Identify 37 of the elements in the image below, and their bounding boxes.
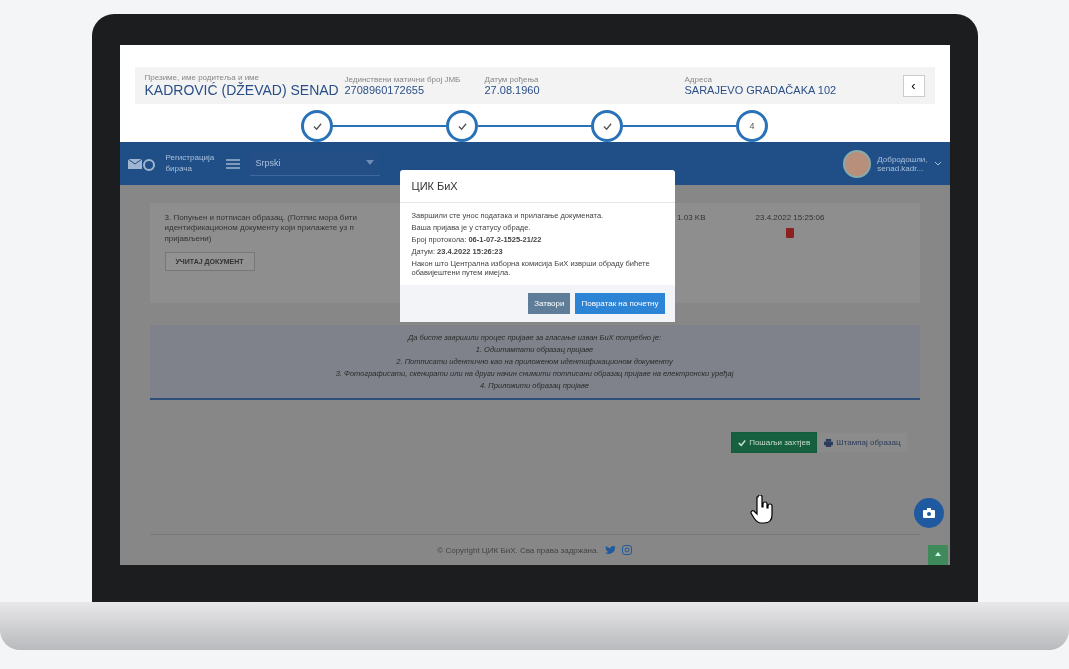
printer-icon: [824, 438, 834, 447]
bird-icon[interactable]: [604, 545, 616, 555]
field-label: Датум рођења: [484, 75, 540, 84]
print-button[interactable]: Штампај образац: [817, 432, 908, 454]
field-label: Адреса: [684, 75, 713, 84]
collapse-button[interactable]: ‹: [902, 74, 925, 97]
camera-outline-icon[interactable]: [621, 545, 632, 555]
username: senad.kadr...: [877, 163, 924, 173]
caret-icon: [365, 160, 374, 166]
scroll-up-button[interactable]: [927, 545, 948, 565]
home-button[interactable]: Повратак на почетну: [575, 293, 665, 314]
check-icon: [738, 438, 747, 447]
field-value: 2708960172655: [344, 84, 426, 96]
app-title: Регистрација бирача: [165, 153, 216, 174]
avatar[interactable]: [843, 149, 872, 178]
menu-icon[interactable]: [225, 158, 240, 169]
file-size: 1.03 KB: [677, 213, 706, 222]
hand-cursor-icon: [749, 495, 774, 525]
check-icon: [602, 121, 612, 131]
close-button[interactable]: Затвори: [528, 293, 571, 314]
camera-icon: [922, 508, 935, 518]
dialog-title: ЦИК БиХ: [399, 170, 675, 203]
field-value: SARAJEVO GRADAČAKA 102: [684, 84, 838, 96]
field-label: Јединствени матични број ЈМБ: [344, 75, 462, 84]
field-label: Презиме, име родитеља и име: [144, 73, 260, 82]
field-value: 27.08.1960: [484, 84, 541, 96]
greeting: Добродошли,: [877, 154, 928, 164]
step-circle: 4: [736, 110, 768, 142]
check-icon: [312, 121, 322, 131]
chevron-down-icon[interactable]: [933, 160, 942, 167]
language-select[interactable]: Srpski: [249, 151, 380, 176]
arrow-up-icon: [934, 552, 941, 558]
check-icon: [457, 121, 467, 131]
document-description: 3. Попуњен и потписан образац. (Потпис мора бити идентификационом документу који прилажете уз п пријављени): [164, 213, 358, 245]
logo-icon: [127, 156, 156, 171]
submit-button[interactable]: Пошаљи захтјев: [731, 432, 818, 454]
upload-date: 23.4.2022 15:25:06: [755, 213, 825, 222]
